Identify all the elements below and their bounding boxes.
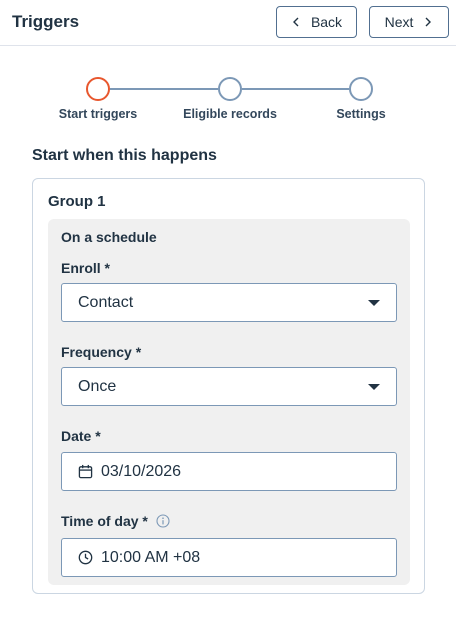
next-button-label: Next bbox=[384, 14, 414, 30]
frequency-value: Once bbox=[78, 377, 117, 395]
time-label: Time of day * bbox=[61, 513, 170, 529]
calendar-icon bbox=[78, 464, 93, 479]
date-input[interactable]: 03/10/2026 bbox=[61, 452, 397, 491]
date-value: 03/10/2026 bbox=[101, 462, 182, 480]
page-title: Triggers bbox=[12, 12, 80, 31]
step-indicator-settings[interactable] bbox=[349, 77, 373, 101]
time-input[interactable]: 10:00 AM +08 bbox=[61, 538, 397, 577]
info-icon[interactable] bbox=[156, 514, 170, 528]
chevron-left-icon bbox=[292, 17, 299, 27]
step-label-settings[interactable]: Settings bbox=[336, 107, 385, 121]
section-title: Start when this happens bbox=[32, 147, 217, 164]
enroll-label: Enroll * bbox=[61, 260, 111, 276]
step-label-eligible-records[interactable]: Eligible records bbox=[183, 107, 277, 121]
group-title: Group 1 bbox=[48, 193, 106, 210]
frequency-select[interactable]: Once bbox=[61, 367, 397, 406]
progress-stepper: Start triggers Eligible records Settings bbox=[0, 72, 456, 132]
time-label-text: Time of day * bbox=[61, 513, 148, 529]
caret-down-icon bbox=[368, 383, 380, 390]
top-header: Triggers Back Next bbox=[0, 0, 456, 46]
chevron-right-icon bbox=[425, 17, 432, 27]
schedule-panel: On a schedule Enroll * Contact Frequency… bbox=[48, 219, 410, 585]
step-indicator-eligible-records[interactable] bbox=[218, 77, 242, 101]
step-connector bbox=[110, 88, 218, 90]
step-indicator-start-triggers[interactable] bbox=[86, 77, 110, 101]
enroll-value: Contact bbox=[78, 293, 134, 311]
date-label: Date * bbox=[61, 428, 101, 444]
panel-title: On a schedule bbox=[61, 229, 157, 245]
next-button[interactable]: Next bbox=[369, 6, 449, 38]
caret-down-icon bbox=[368, 299, 380, 306]
trigger-group-card: Group 1 On a schedule Enroll * Contact F… bbox=[32, 178, 425, 594]
clock-icon bbox=[78, 550, 93, 565]
step-connector bbox=[242, 88, 349, 90]
enroll-select[interactable]: Contact bbox=[61, 283, 397, 322]
time-value: 10:00 AM +08 bbox=[101, 548, 201, 566]
back-button-label: Back bbox=[310, 14, 343, 30]
frequency-label: Frequency * bbox=[61, 344, 142, 360]
back-button[interactable]: Back bbox=[276, 6, 357, 38]
step-label-start-triggers[interactable]: Start triggers bbox=[59, 107, 138, 121]
